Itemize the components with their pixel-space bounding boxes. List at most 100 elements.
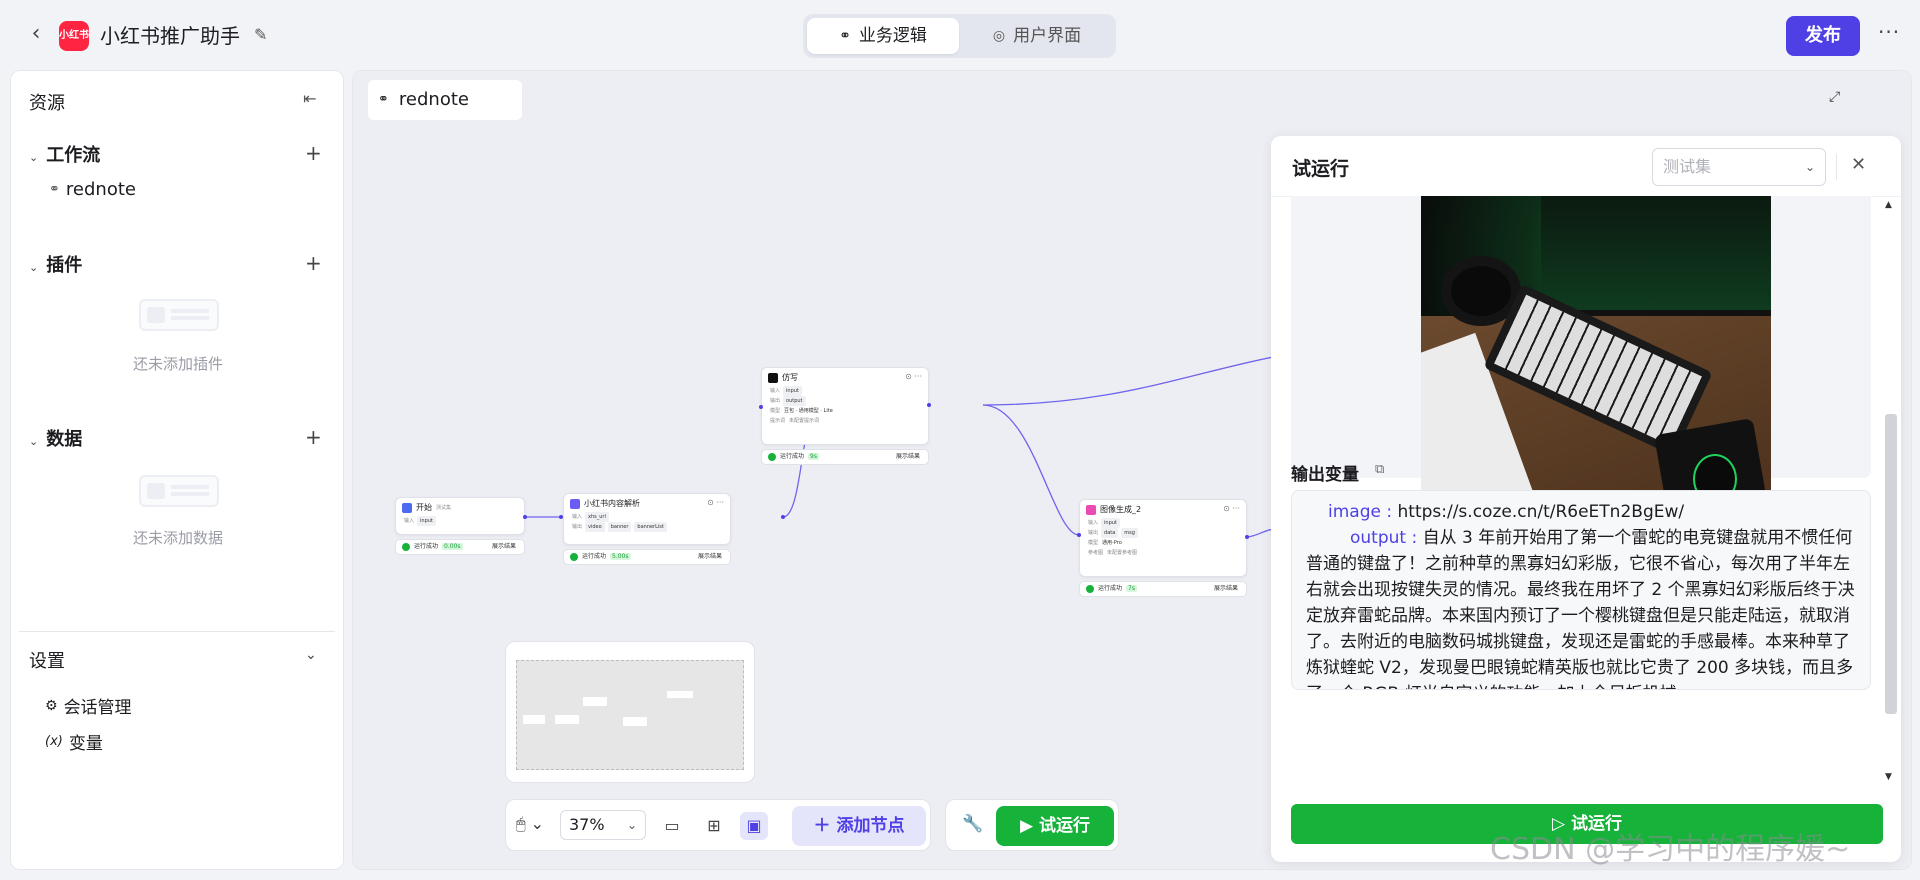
node-more-icon[interactable]: ⊙ ··· [905,372,922,381]
show-result[interactable]: 展示结果 [1214,582,1238,596]
run-status: 运行成功 [414,543,439,550]
minimap[interactable] [505,641,755,783]
param-chip: bannerList [634,522,667,532]
node-badge: 测试集 [436,505,452,511]
node-header: 图像生成_2 [1086,504,1141,515]
run-status: 运行成功 [1098,585,1123,592]
row-label: 参考图 [1088,550,1104,556]
test-run-button[interactable]: ▶ 试运行 [996,806,1114,846]
back-icon[interactable]: ‹ [24,22,48,46]
add-node-button[interactable]: ＋ 添加节点 [792,806,926,846]
run-status-bar[interactable]: 运行成功 0.00s 展示结果 [395,539,525,555]
output-image[interactable] [1421,196,1771,536]
node-rewrite[interactable]: 仿写 ⊙ ··· 输入 input 输出 output 模型 豆包 · 通用模型 · … [761,367,929,445]
zoom-value: 37% [569,815,605,834]
data-empty-text: 还未添加数据 [132,529,223,547]
section-data[interactable]: ⌄ 数据 [29,425,82,451]
output-port[interactable] [1245,535,1249,539]
chevron-down-icon[interactable]: ⌄ [305,647,317,663]
auto-layout-icon[interactable]: ⊞ [700,812,728,840]
palette-icon: ◎ [992,28,1006,44]
sidebar-item-label: 会话管理 [63,698,132,718]
more-icon[interactable]: ··· [1878,20,1900,44]
ref-value: 未配置参考图 [1107,550,1138,556]
section-plugins[interactable]: ⌄ 插件 [29,251,82,277]
tab-business-logic[interactable]: ⚭ 业务逻辑 [807,18,959,54]
run-label: 试运行 [1039,816,1090,836]
chevron-down-icon: ⌄ [1804,160,1815,174]
row-label: 输出 [572,524,583,530]
output-variables-box[interactable]: image : https://s.coze.cn/t/R6eETn2BgEw/… [1291,490,1871,690]
scrollbar-thumb[interactable] [1885,414,1897,714]
param-chip: input [783,386,802,396]
minimap-viewport[interactable] [516,660,744,770]
node-header: 小红书内容解析 [570,498,640,509]
run-toolbar: 🔧 ▶ 试运行 [945,799,1119,851]
node-xhs-parse[interactable]: 小红书内容解析 ⊙ ··· 输入 xhs_url 输出 video banner ban… [563,493,731,545]
sidebar-item-variables[interactable]: (x) 变量 [45,729,103,754]
var-key: output [1350,528,1407,548]
app-logo: 小红书 [59,21,89,51]
comment-icon[interactable]: ▭ [658,812,686,840]
run-status-bar[interactable]: 运行成功 9s 展示结果 [761,449,929,465]
tab-user-interface[interactable]: ◎ 用户界面 [963,18,1111,54]
test-run-panel: 试运行 测试集 ⌄ ✕ 输出变量 ⧉ image : https://s.coze… [1271,136,1901,862]
add-plugin-button[interactable]: + [305,253,322,273]
section-workflow[interactable]: ⌄ 工作流 [29,141,100,167]
workflow-icon: ⚭ [839,28,851,44]
success-icon [1086,584,1094,593]
scroll-up-icon[interactable]: ▲ [1885,200,1892,210]
row-label: 输出 [1088,530,1099,536]
show-result[interactable]: 展示结果 [492,540,516,554]
tab-label: 业务逻辑 [858,26,927,46]
tab-label: 用户界面 [1013,26,1082,46]
add-workflow-button[interactable]: + [305,143,322,163]
model-value: 豆包 · 通用模型 · Lite [784,408,833,414]
llm-icon [768,372,778,383]
node-image-gen[interactable]: 图像生成_2 ⊙ ··· 输入 input 输出 data msg 模型 通用-Pro … [1079,499,1247,577]
output-port[interactable] [523,515,527,519]
node-header: 开始 测试集 [402,502,451,513]
sidebar-item-session-manage[interactable]: ⚙ 会话管理 [45,693,132,719]
edit-icon[interactable]: ✎ [254,25,274,45]
param-chip: banner [607,522,632,532]
output-port[interactable] [927,403,931,407]
row-label: 输出 [770,398,781,404]
node-rows: 输入 input 输出 output 模型 豆包 · 通用模型 · Lite 提示词未… [770,386,833,426]
wrench-icon[interactable]: 🔧 [962,814,983,834]
input-port[interactable] [1077,533,1081,537]
scroll-down-icon[interactable]: ▼ [1885,772,1892,782]
chevron-down-icon: ⌄ [29,151,39,164]
param-chip: input [417,516,436,526]
divider [1836,154,1837,180]
settings-title[interactable]: 设置 [29,647,65,673]
select-placeholder: 测试集 [1663,157,1712,176]
resource-sidebar: 资源 ⇤ ⌄ 工作流 + ⚭ rednote ⌄ 插件 + 还未添加插件 ⌄ 数据 +… [10,70,344,870]
output-port[interactable] [781,515,785,519]
close-icon[interactable]: ✕ [1851,154,1866,175]
input-port[interactable] [759,405,763,409]
top-bar: ‹ 小红书 小红书推广助手 ✎ ⚭ 业务逻辑 ◎ 用户界面 发布 ··· [0,0,1920,70]
run-status-bar[interactable]: 运行成功 7s 展示结果 [1079,581,1247,597]
zoom-select[interactable]: 37% ⌄ [560,810,646,840]
section-label: 数据 [46,429,83,450]
sidebar-item-label: 变量 [68,734,103,754]
minimap-node [523,715,545,724]
show-result[interactable]: 展示结果 [896,450,920,464]
copy-icon[interactable]: ⧉ [1375,462,1384,477]
show-result[interactable]: 展示结果 [698,550,722,564]
add-data-button[interactable]: + [305,427,322,447]
sidebar-item-rednote[interactable]: ⚭ rednote [49,179,136,200]
run-status-bar[interactable]: 运行成功 5.00s 展示结果 [563,549,731,565]
node-more-icon[interactable]: ⊙ ··· [707,498,724,507]
publish-button[interactable]: 发布 [1786,16,1860,56]
divider [19,631,335,632]
node-header: 仿写 [768,372,798,383]
collapse-sidebar-icon[interactable]: ⇤ [303,89,316,108]
mouse-mode-icon[interactable]: 🖱 ⌄ [516,814,544,834]
testset-select[interactable]: 测试集 ⌄ [1652,148,1826,186]
input-port[interactable] [559,515,563,519]
minimap-toggle-icon[interactable]: ▣ [740,812,768,840]
node-more-icon[interactable]: ⊙ ··· [1223,504,1240,513]
node-start[interactable]: 开始 测试集 输入 input [395,497,525,535]
